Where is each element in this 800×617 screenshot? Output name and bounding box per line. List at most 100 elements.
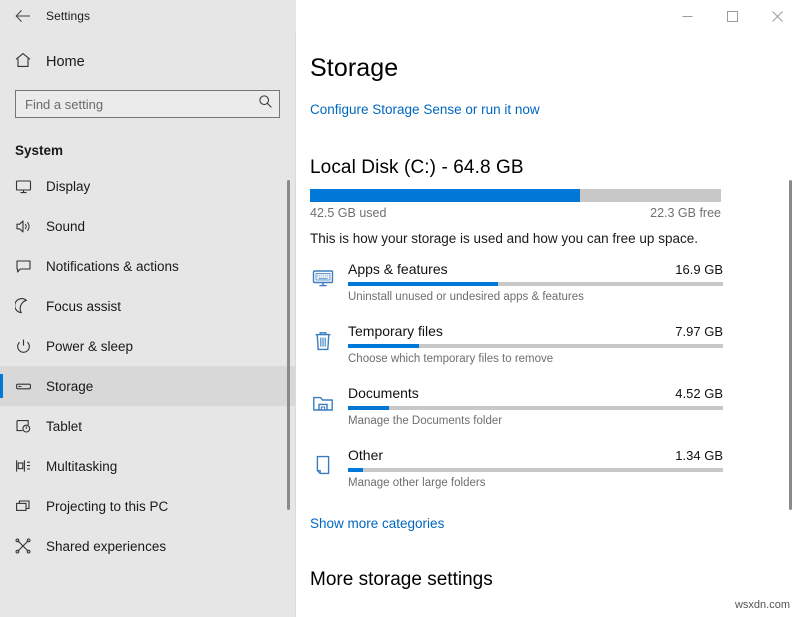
back-button[interactable]	[0, 0, 46, 32]
storage-category-name: Apps & features	[348, 261, 448, 277]
title-bar: Settings	[0, 0, 800, 32]
comment-icon	[14, 257, 32, 275]
storage-category-bar	[348, 282, 723, 286]
maximize-icon	[727, 11, 738, 22]
storage-category-bar-fill	[348, 282, 498, 286]
sidebar-item-storage[interactable]: Storage	[0, 366, 296, 406]
minimize-button[interactable]	[665, 0, 710, 32]
sidebar-item-label: Tablet	[46, 419, 82, 434]
storage-category-bar-fill	[348, 344, 419, 348]
monitor-icon	[14, 177, 32, 195]
sidebar-item-home[interactable]: Home	[0, 42, 296, 82]
storage-category-body: Temporary files 7.97 GB Choose which tem…	[348, 320, 800, 365]
maximize-button[interactable]	[710, 0, 755, 32]
storage-category-subtitle: Uninstall unused or undesired apps & fea…	[348, 291, 800, 303]
apps-monitor-icon	[310, 266, 336, 292]
moon-icon	[14, 297, 32, 315]
storage-category-size: 7.97 GB	[675, 324, 723, 339]
storage-category-subtitle: Manage the Documents folder	[348, 415, 800, 427]
sidebar-item-label: Notifications & actions	[46, 259, 179, 274]
storage-category-bar-fill	[348, 406, 389, 410]
close-icon	[772, 11, 783, 22]
search-icon[interactable]	[258, 94, 273, 114]
show-more-categories-link[interactable]: Show more categories	[310, 516, 444, 531]
sidebar-item-label: Sound	[46, 219, 85, 234]
sidebar-nav-list: Display Sound	[0, 166, 296, 566]
home-icon	[14, 51, 32, 74]
sidebar-home-label: Home	[46, 54, 85, 70]
close-button[interactable]	[755, 0, 800, 32]
more-storage-settings-title: More storage settings	[310, 569, 800, 591]
documents-folder-icon	[310, 390, 336, 416]
drive-icon	[14, 377, 32, 395]
sidebar-item-label: Storage	[46, 379, 93, 394]
storage-category-name: Other	[348, 447, 383, 463]
storage-category-bar	[348, 344, 723, 348]
page-title: Storage	[310, 54, 800, 83]
storage-category-body: Other 1.34 GB Manage other large folders	[348, 444, 800, 489]
storage-category-name: Documents	[348, 385, 419, 401]
storage-category-size: 16.9 GB	[675, 262, 723, 277]
sidebar-section-title: System	[0, 143, 296, 158]
storage-category-bar	[348, 406, 723, 410]
storage-category-head: Other 1.34 GB	[348, 447, 723, 463]
title-bar-left: Settings	[0, 0, 296, 32]
storage-category-row[interactable]: Other 1.34 GB Manage other large folders	[310, 444, 800, 506]
other-page-icon	[310, 452, 336, 478]
storage-category-row[interactable]: Apps & features 16.9 GB Uninstall unused…	[310, 258, 800, 320]
sidebar-item-label: Focus assist	[46, 299, 121, 314]
sidebar-item-label: Power & sleep	[46, 339, 133, 354]
search-box[interactable]	[15, 90, 280, 118]
sidebar-item-sound[interactable]: Sound	[0, 206, 296, 246]
sidebar-item-focus-assist[interactable]: Focus assist	[0, 286, 296, 326]
sidebar-item-notifications[interactable]: Notifications & actions	[0, 246, 296, 286]
sidebar-item-label: Shared experiences	[46, 539, 166, 554]
watermark: wsxdn.com	[735, 599, 790, 611]
share-icon	[14, 537, 32, 555]
window-title: Settings	[46, 9, 90, 23]
storage-category-row[interactable]: Temporary files 7.97 GB Choose which tem…	[310, 320, 800, 382]
storage-category-size: 4.52 GB	[675, 386, 723, 401]
power-icon	[14, 337, 32, 355]
sidebar-item-shared-experiences[interactable]: Shared experiences	[0, 526, 296, 566]
back-arrow-icon	[15, 9, 31, 23]
storage-category-subtitle: Choose which temporary files to remove	[348, 353, 800, 365]
disk-usage-bar	[310, 189, 721, 202]
disk-usage-bar-fill	[310, 189, 580, 202]
disk-used-label: 42.5 GB used	[310, 206, 386, 220]
storage-category-head: Documents 4.52 GB	[348, 385, 723, 401]
sidebar-item-projecting[interactable]: Projecting to this PC	[0, 486, 296, 526]
sidebar-item-multitasking[interactable]: Multitasking	[0, 446, 296, 486]
sidebar-item-label: Display	[46, 179, 90, 194]
disk-free-label: 22.3 GB free	[650, 206, 721, 220]
window-controls	[296, 0, 800, 32]
search-input[interactable]	[25, 97, 258, 112]
sidebar-item-tablet[interactable]: Tablet	[0, 406, 296, 446]
storage-category-body: Apps & features 16.9 GB Uninstall unused…	[348, 258, 800, 303]
sidebar-item-label: Multitasking	[46, 459, 117, 474]
configure-storage-sense-link[interactable]: Configure Storage Sense or run it now	[310, 102, 540, 117]
storage-category-bar	[348, 468, 723, 472]
projecting-icon	[14, 497, 32, 515]
local-disk-title: Local Disk (C:) - 64.8 GB	[310, 157, 800, 179]
settings-window: Settings	[0, 0, 800, 617]
tablet-icon	[14, 417, 32, 435]
sidebar-item-power-sleep[interactable]: Power & sleep	[0, 326, 296, 366]
sidebar-item-display[interactable]: Display	[0, 166, 296, 206]
storage-category-size: 1.34 GB	[675, 448, 723, 463]
speaker-icon	[14, 217, 32, 235]
sidebar-item-label: Projecting to this PC	[46, 499, 168, 514]
storage-category-bar-fill	[348, 468, 363, 472]
storage-category-subtitle: Manage other large folders	[348, 477, 800, 489]
main-content: Storage Configure Storage Sense or run i…	[296, 32, 800, 617]
minimize-icon	[682, 11, 693, 22]
trash-icon	[310, 328, 336, 354]
window-body: Home System	[0, 32, 800, 617]
multitasking-icon	[14, 457, 32, 475]
storage-category-row[interactable]: Documents 4.52 GB Manage the Documents f…	[310, 382, 800, 444]
storage-category-head: Temporary files 7.97 GB	[348, 323, 723, 339]
sidebar: Home System	[0, 32, 296, 617]
content-scrollbar[interactable]	[789, 180, 792, 510]
sidebar-scrollbar[interactable]	[287, 180, 290, 510]
disk-usage-legend: 42.5 GB used 22.3 GB free	[310, 206, 721, 220]
